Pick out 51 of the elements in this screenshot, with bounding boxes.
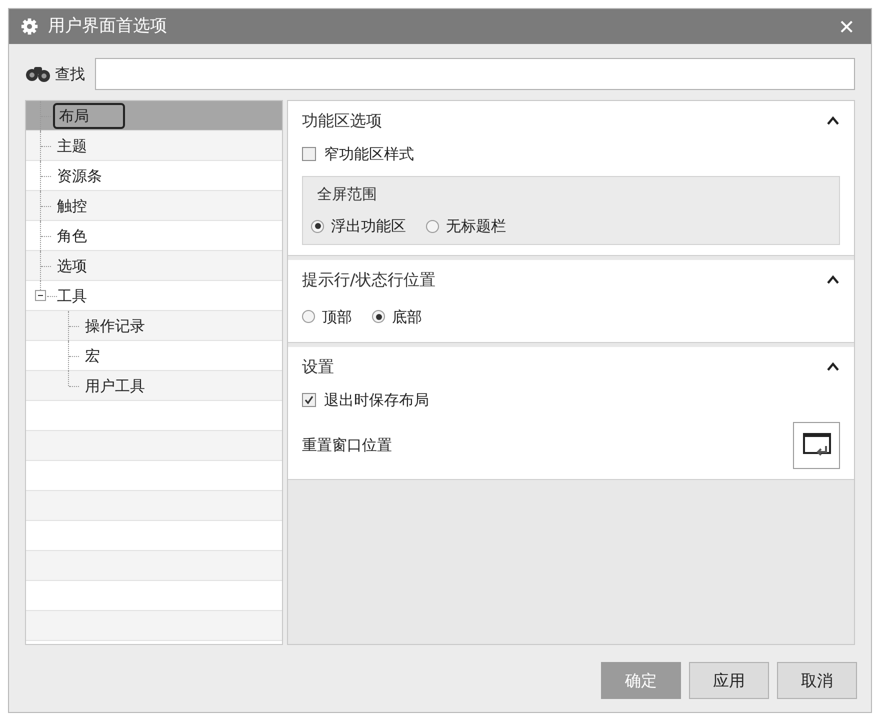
window-return-icon (802, 432, 832, 458)
reset-window-button[interactable] (793, 422, 840, 468)
tree-item-label: 布局 (53, 102, 125, 128)
radio-button[interactable] (426, 220, 439, 233)
tree-item-label: 触控 (56, 196, 88, 216)
search-field[interactable] (95, 58, 855, 90)
tree-item[interactable]: 工具 (26, 281, 282, 311)
tree-item-label: 资源条 (56, 166, 103, 186)
checkbox[interactable] (302, 147, 316, 162)
radio-label: 顶部 (322, 306, 352, 328)
tree-item[interactable]: 布局 (26, 101, 282, 131)
radio-label: 浮出功能区 (331, 216, 406, 237)
radio-label: 底部 (392, 306, 422, 328)
radio-button[interactable] (302, 310, 315, 324)
dialog-button[interactable]: 应用 (689, 662, 769, 699)
tree-item[interactable]: 用户工具 (26, 371, 282, 401)
tree-item-label: 操作记录 (84, 316, 146, 336)
collapse-caret-icon[interactable] (826, 274, 840, 284)
section-title: 设置 (302, 356, 334, 378)
checkbox[interactable] (302, 393, 316, 408)
gear-icon (21, 18, 38, 35)
tree-item-label: 角色 (56, 226, 88, 246)
tree-item-label: 主题 (56, 136, 88, 156)
radio-button[interactable] (311, 220, 324, 233)
collapse-caret-icon[interactable] (826, 116, 840, 126)
tree-item-label: 宏 (84, 346, 101, 366)
radio-label: 无标题栏 (446, 216, 506, 237)
collapse-caret-icon[interactable] (826, 362, 840, 372)
checkbox-label: 退出时保存布局 (324, 390, 429, 411)
tree-item[interactable]: 选项 (26, 251, 282, 281)
section-title: 提示行/状态行位置 (302, 268, 436, 290)
section-title: 功能区选项 (302, 110, 382, 132)
tree-item-label: 选项 (56, 256, 88, 276)
checkbox-label: 窄功能区样式 (324, 144, 414, 165)
tree-item[interactable]: 主题 (26, 131, 282, 161)
tree-item[interactable]: 操作记录 (26, 311, 282, 341)
dialog-button[interactable]: 取消 (777, 662, 857, 699)
group-title: 全屏范围 (316, 184, 378, 204)
action-label: 重置窗口位置 (302, 434, 392, 456)
window-title: 用户界面首选项 (48, 14, 168, 38)
tree-item[interactable]: 角色 (26, 221, 282, 251)
binoculars-icon (25, 64, 51, 84)
tree-item[interactable]: 触控 (26, 191, 282, 221)
close-button[interactable]: ✕ (834, 12, 859, 42)
collapse-icon[interactable] (35, 290, 46, 301)
radio-button[interactable] (372, 310, 385, 324)
search-label: 查找 (55, 64, 85, 85)
tree-item-label: 工具 (56, 286, 88, 306)
tree-item-label: 用户工具 (84, 376, 146, 396)
tree-item[interactable]: 资源条 (26, 161, 282, 191)
tree-item[interactable]: 宏 (26, 341, 282, 371)
